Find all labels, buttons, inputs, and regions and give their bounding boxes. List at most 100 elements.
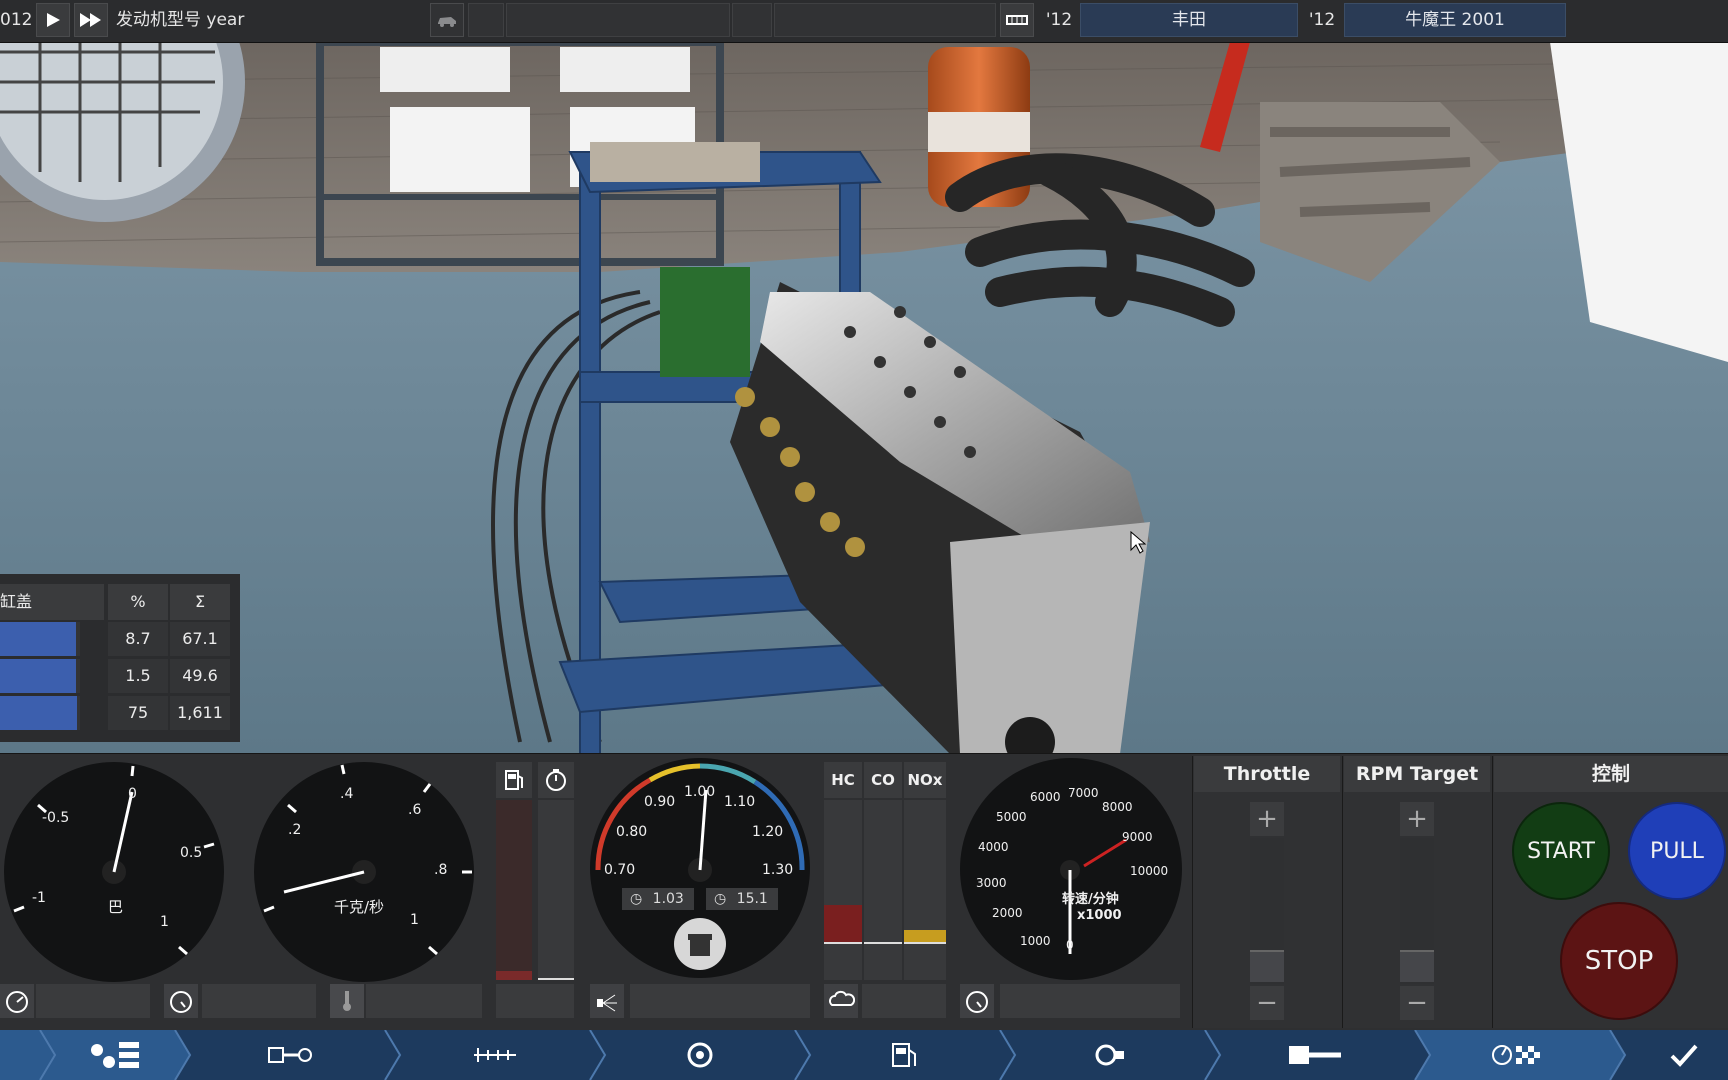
- afr-tick-080: 0.80: [616, 824, 648, 840]
- stats-row-2-bar-cell: [0, 659, 80, 693]
- rpm-target-decrease-button[interactable]: −: [1400, 986, 1434, 1020]
- engine-scene-view[interactable]: [0, 42, 1728, 754]
- afr-tick-120: 1.20: [752, 824, 784, 840]
- emissions-footer-field: [862, 984, 946, 1018]
- airflow-tick-08: .8: [434, 862, 448, 878]
- boost-pressure-gauge: -1 -0.5 0 0.5 1 巴: [4, 762, 224, 982]
- gauge-icon[interactable]: [164, 984, 198, 1018]
- top-end-icon: [474, 1048, 516, 1062]
- family-year-label: '12: [1045, 10, 1073, 30]
- boost-pressure-dial: [13, 765, 215, 956]
- car-view-button[interactable]: [430, 3, 464, 37]
- fuel-pump-icon: [496, 762, 532, 798]
- airflow-gauge: .2 .4 .6 .8 1 千克/秒: [254, 762, 474, 982]
- nav-tab-bottom-end[interactable]: [200, 1030, 380, 1080]
- fast-forward-button[interactable]: [74, 3, 108, 37]
- speedometer-icon[interactable]: [0, 984, 34, 1018]
- rpm-target-header: RPM Target: [1344, 756, 1490, 792]
- start-button[interactable]: START: [1512, 802, 1610, 900]
- nav-tab-engine-family[interactable]: [60, 1030, 170, 1080]
- stats-row-2-bar: [0, 659, 76, 693]
- throttle-increase-button[interactable]: +: [1250, 802, 1284, 836]
- trim-name-field[interactable]: [774, 3, 996, 37]
- emissions-hc-header: HC: [824, 762, 862, 798]
- lambda-readout: ◷ 1.03: [622, 888, 694, 910]
- rpm-tick-6000: 6000: [1030, 790, 1061, 804]
- nav-tab-turbo[interactable]: [610, 1030, 790, 1080]
- rpm-unit-label: 转速/分钟: [1062, 892, 1119, 907]
- thermometer-icon[interactable]: [330, 984, 364, 1018]
- airflow-unit-label: 千克/秒: [334, 898, 385, 916]
- rpm-tick-3000: 3000: [976, 876, 1007, 890]
- engine-family-icon: [91, 1042, 139, 1068]
- rpm-target-slider[interactable]: [1400, 838, 1434, 984]
- emissions-nox-header: NOx: [904, 762, 946, 798]
- engine-family-button[interactable]: [1000, 3, 1034, 37]
- stop-button[interactable]: STOP: [1560, 902, 1678, 1020]
- air-fuel-ratio-gauge: 0.70 0.80 0.90 1.00 1.10 1.20 1.30 ◷ 1.0…: [590, 758, 810, 978]
- pressure-tick-neg05: -0.5: [42, 810, 70, 826]
- rpm-tick-9000: 9000: [1122, 830, 1153, 844]
- afr-readout: ◷ 15.1: [706, 888, 778, 910]
- stats-row-2-sum: 49.6: [170, 659, 230, 693]
- top-bar: 012 发动机型号 year '12 丰田 '12 牛魔王 2001: [0, 0, 1728, 43]
- nav-tab-fuel[interactable]: [815, 1030, 995, 1080]
- throttle-slider[interactable]: [1250, 838, 1284, 984]
- play-button[interactable]: [36, 3, 70, 37]
- car-name-field[interactable]: [506, 3, 730, 37]
- rpm-tick-7000: 7000: [1068, 786, 1099, 800]
- nav-tab-confirm[interactable]: [1640, 1030, 1728, 1080]
- rpm-target-increase-button[interactable]: +: [1400, 802, 1434, 836]
- throttle-slider-handle[interactable]: [1250, 950, 1284, 982]
- temperature-readout-field: [366, 984, 482, 1018]
- emissions-cloud-icon[interactable]: [824, 984, 858, 1018]
- airflow-tick-04: .4: [340, 786, 354, 802]
- rpm-tick-4000: 4000: [978, 840, 1009, 854]
- stats-row-1-bar: [0, 622, 76, 656]
- dyno-test-icon: [1492, 1045, 1540, 1065]
- spray-icon[interactable]: [590, 984, 624, 1018]
- stats-row-1-bar-cell: [0, 622, 80, 656]
- afr-footer-field: [630, 984, 810, 1018]
- engine-variant-name-field[interactable]: 牛魔王 2001: [1344, 3, 1566, 37]
- nav-tab-exhaust[interactable]: [1225, 1030, 1405, 1080]
- stats-row-3-sum: 1,611: [170, 696, 230, 730]
- empty-slot-2: [732, 3, 772, 37]
- exhaust-icon: [1289, 1046, 1341, 1064]
- fuel-readout-field: [496, 984, 574, 1018]
- stats-header-percent: %: [108, 584, 168, 620]
- fuel-flow-fill: [496, 971, 532, 980]
- stats-row-3-bar-cell: [0, 696, 80, 730]
- stats-header-cylinder-head: 缸盖: [0, 584, 104, 620]
- confirm-icon: [1670, 1044, 1698, 1067]
- rpm-tick-10000: 10000: [1130, 864, 1169, 878]
- emissions-hc-limit: [824, 942, 862, 944]
- control-header: 控制: [1494, 756, 1728, 792]
- rpm-tick-0: 0: [1066, 938, 1074, 952]
- nav-tab-ignition[interactable]: [1020, 1030, 1200, 1080]
- tachometer-gauge: 0 1000 2000 3000 4000 5000 6000 7000 800…: [960, 758, 1182, 980]
- pressure-tick-0: 0: [128, 786, 137, 802]
- garage-scene-illustration: [0, 42, 1728, 754]
- bottom-end-icon: [268, 1047, 312, 1063]
- emissions-nox-limit: [904, 942, 946, 944]
- rpm-tick-5000: 5000: [996, 810, 1027, 824]
- fuel-flow-bar: [496, 800, 532, 980]
- stopwatch-icon: [538, 762, 574, 798]
- pull-button[interactable]: PULL: [1628, 802, 1726, 900]
- lambda-gauge-icon: ◷: [630, 891, 643, 907]
- piston-icon: [674, 918, 726, 970]
- lambda-readout-value: 1.03: [652, 891, 684, 907]
- nav-tab-dyno-test[interactable]: [1435, 1030, 1605, 1080]
- rpm-target-slider-handle[interactable]: [1400, 950, 1434, 982]
- nav-tab-top-end[interactable]: [405, 1030, 585, 1080]
- rpm-tick-1000: 1000: [1020, 934, 1051, 948]
- throttle-decrease-button[interactable]: −: [1250, 986, 1284, 1020]
- engine-family-name-field[interactable]: 丰田: [1080, 3, 1298, 37]
- afr-tick-130: 1.30: [762, 862, 794, 878]
- pressure-tick-1: 1: [160, 914, 169, 930]
- emissions-hc-fill: [824, 905, 862, 944]
- airflow-tick-06: .6: [408, 802, 422, 818]
- afr-gauge-icon: ◷: [714, 891, 727, 907]
- tachometer-icon[interactable]: [960, 984, 994, 1018]
